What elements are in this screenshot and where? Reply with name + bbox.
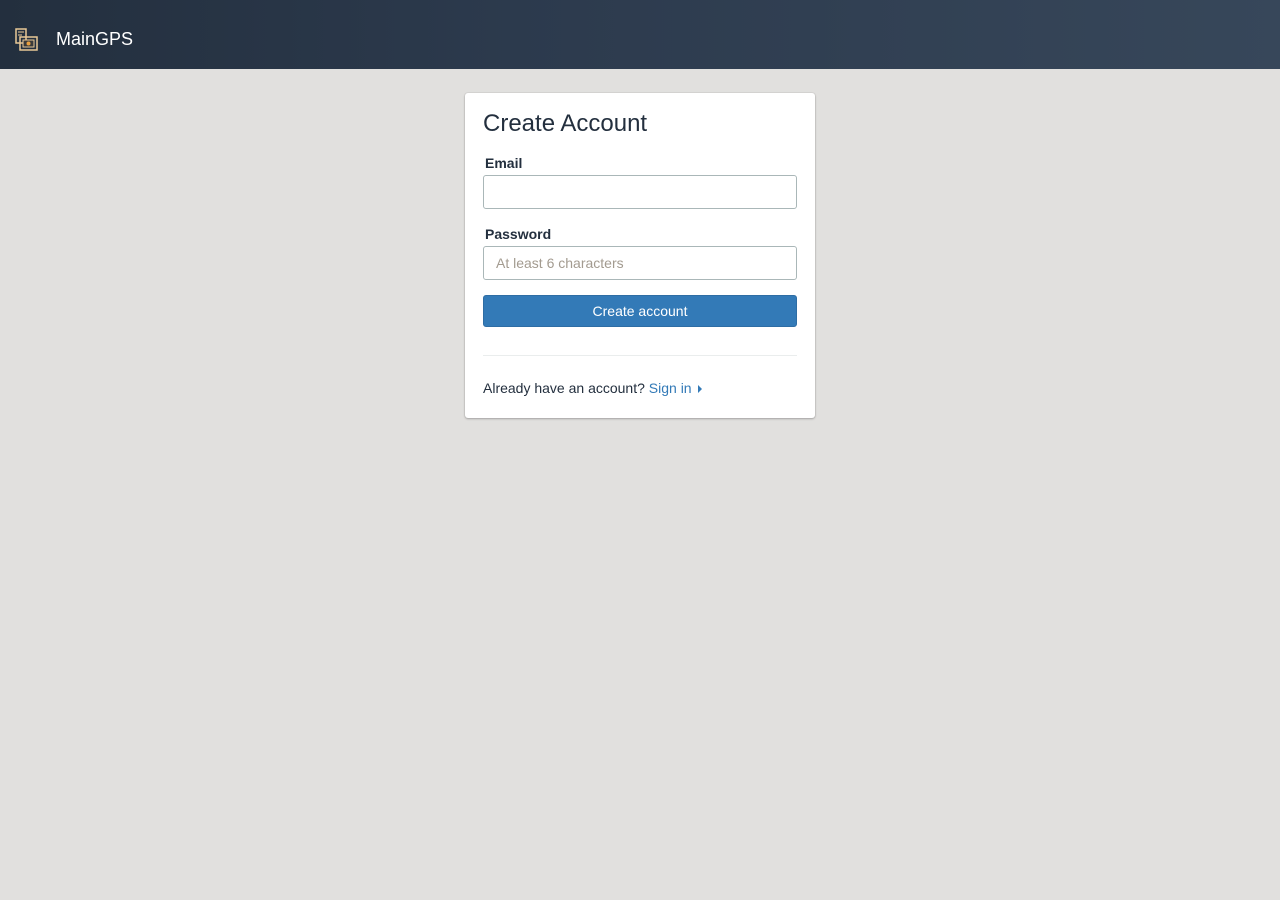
top-navbar: MainGPS [0,0,1280,69]
signin-prompt: Already have an account? Sign in [483,380,702,396]
brand-name[interactable]: MainGPS [56,28,133,50]
signin-prompt-text: Already have an account? [483,380,645,396]
sign-in-link-label[interactable]: Sign in [649,380,692,396]
email-field[interactable] [483,175,797,209]
sign-in-link[interactable]: Sign in [649,380,702,396]
create-account-card: Create Account Email Password Create acc… [465,93,815,418]
password-field[interactable] [483,246,797,280]
caret-right-icon[interactable] [697,385,702,393]
page-title: Create Account [483,110,648,137]
email-label: Email [485,155,523,171]
map-app-logo-icon[interactable] [14,27,40,53]
create-account-button[interactable]: Create account [483,295,797,327]
password-label: Password [485,226,552,242]
divider [483,355,797,356]
